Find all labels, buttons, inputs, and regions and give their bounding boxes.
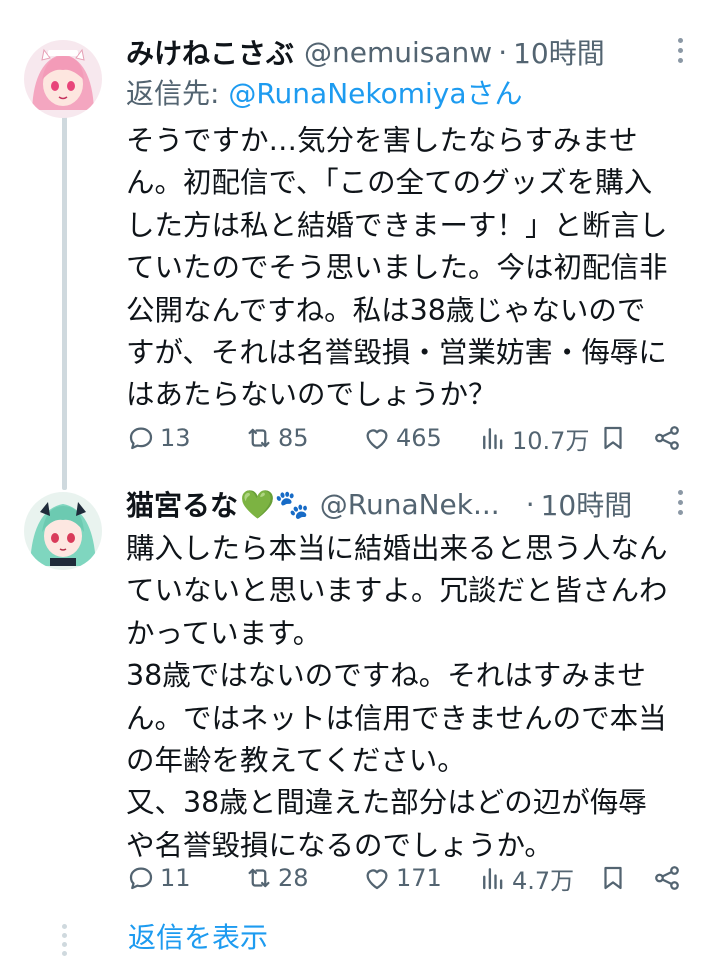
reply-to-line: 返信先: @RunaNekomiyaさん: [126, 74, 700, 114]
retweet-button[interactable]: 85: [244, 418, 309, 458]
user-handle[interactable]: @nemuisanw: [304, 36, 492, 69]
like-count: 171: [396, 864, 442, 892]
share-button[interactable]: [652, 858, 686, 898]
tweet-actions: 13 85 465 10.7万: [0, 418, 720, 458]
bookmark-button[interactable]: [598, 418, 632, 458]
more-options-icon[interactable]: [678, 38, 686, 68]
view-count: 10.7万: [512, 426, 590, 455]
retweet-count: 85: [278, 424, 309, 452]
retweet-button[interactable]: 28: [244, 858, 309, 898]
reply-button[interactable]: 13: [126, 418, 191, 458]
display-name[interactable]: 猫宮るな: [126, 484, 238, 524]
views-chart-icon: [483, 428, 503, 450]
reply-count: 11: [160, 864, 191, 892]
reply-to-handle-link[interactable]: @RunaNekomiyaさん: [228, 77, 522, 110]
retweet-icon: [248, 428, 270, 448]
timestamp[interactable]: 10時間: [541, 484, 633, 524]
reply-count: 13: [160, 424, 191, 452]
display-name[interactable]: みけねこさぶ: [126, 32, 294, 72]
like-button[interactable]: 171: [362, 858, 442, 898]
show-replies-link[interactable]: 返信を表示: [128, 916, 268, 956]
like-count: 465: [396, 424, 442, 452]
separator-dot: ·: [498, 35, 508, 69]
tweet-header: 猫宮るな 💚🐾 @RunaNek... · 10時間: [126, 482, 700, 526]
thread-continuation-dots: [62, 924, 67, 960]
user-handle[interactable]: @RunaNek...: [320, 488, 500, 521]
reply-button[interactable]: 11: [126, 858, 191, 898]
tweet-actions: 11 28 171 4.7万: [0, 858, 720, 898]
retweet-count: 28: [278, 864, 309, 892]
reply-icon: [129, 867, 153, 890]
views-chart-icon: [483, 868, 503, 890]
heart-icon: [366, 869, 388, 890]
tweet-header: みけねこさぶ @nemuisanw · 10時間: [126, 30, 700, 74]
share-icon: [655, 426, 679, 450]
name-emoji: 💚🐾: [240, 487, 310, 521]
avatar-runa-nekomiya[interactable]: [24, 492, 102, 570]
heart-icon: [366, 429, 388, 450]
bookmark-button[interactable]: [598, 858, 632, 898]
views-button[interactable]: 4.7万: [478, 858, 574, 898]
share-icon: [655, 866, 679, 890]
timestamp[interactable]: 10時間: [513, 32, 605, 72]
tweet-text: そうですか…気分を害したならすみませ ん。初配信で、「この全てのグッズを購入 し…: [126, 124, 668, 412]
view-count: 4.7万: [512, 866, 575, 895]
reply-to-label: 返信先:: [126, 77, 220, 110]
tweet-text: 購入したら本当に結婚出来ると思う人なん ていないと思いますよ。冗談だと皆さんわ …: [126, 532, 668, 862]
share-button[interactable]: [652, 418, 686, 458]
avatar-mikenekosabu[interactable]: [24, 40, 102, 118]
views-button[interactable]: 10.7万: [478, 418, 589, 458]
more-options-icon[interactable]: [678, 490, 686, 520]
bookmark-icon: [604, 866, 622, 890]
bookmark-icon: [604, 426, 622, 450]
retweet-icon: [248, 868, 270, 888]
like-button[interactable]: 465: [362, 418, 442, 458]
reply-icon: [129, 427, 153, 450]
separator-dot: ·: [525, 487, 535, 521]
